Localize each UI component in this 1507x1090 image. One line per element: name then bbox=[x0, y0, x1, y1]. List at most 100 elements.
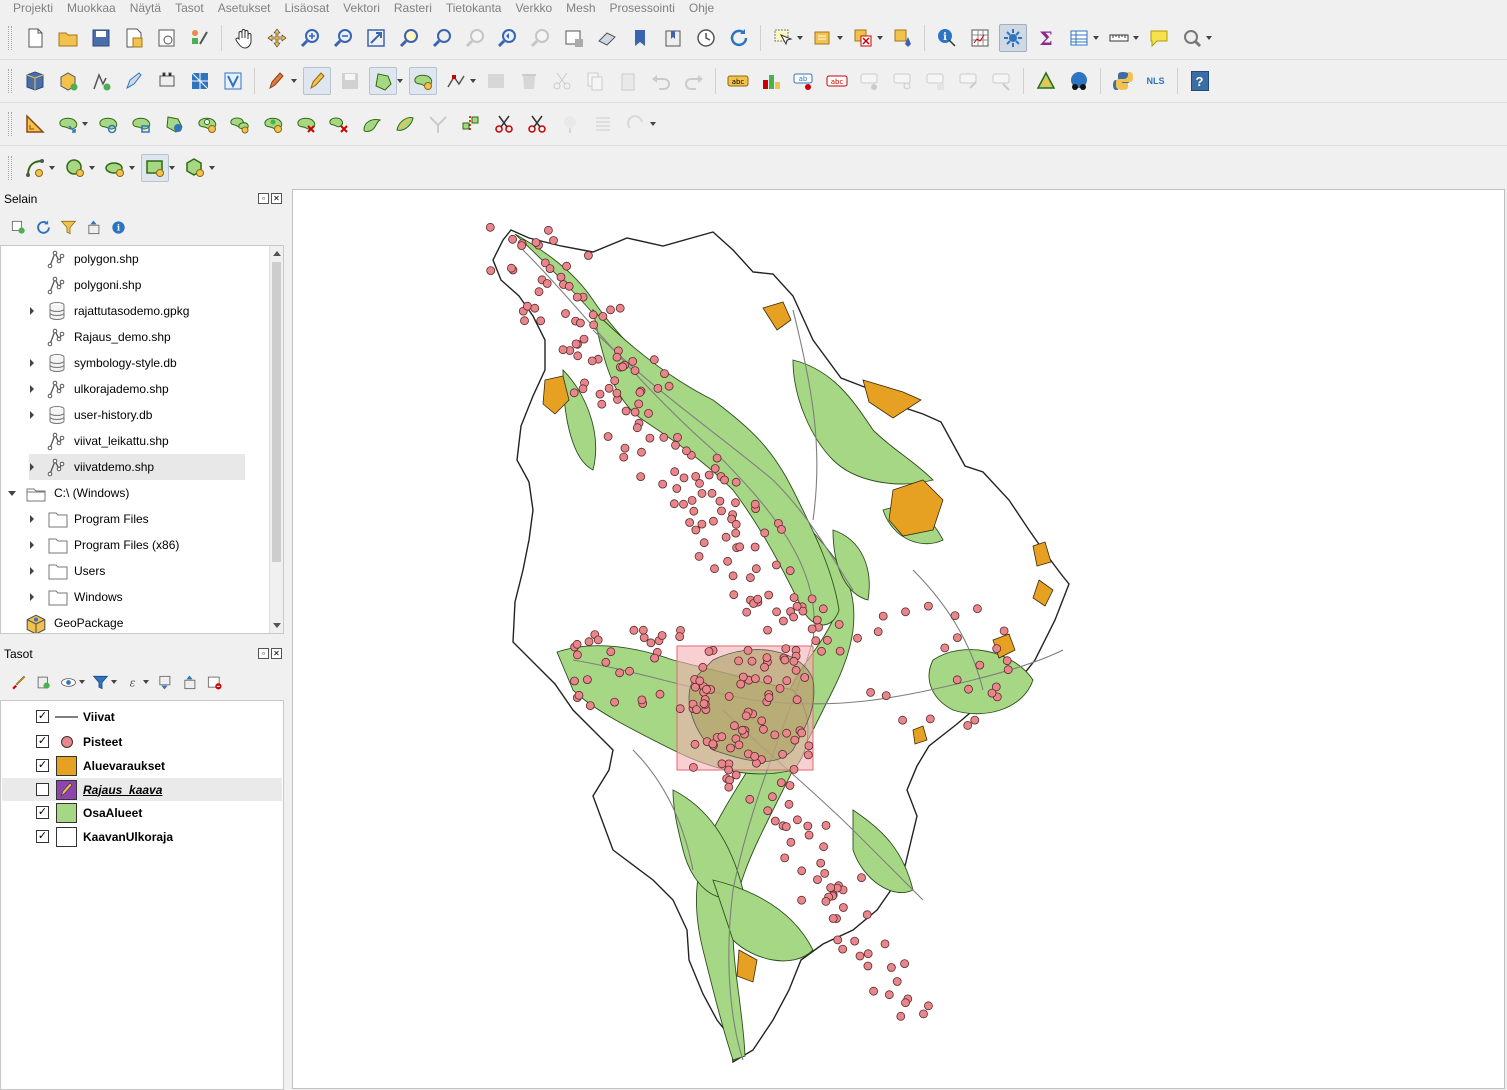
expand-arrow-icon[interactable] bbox=[27, 592, 37, 602]
rotate-feature-icon[interactable] bbox=[94, 110, 122, 138]
attribute-table-icon[interactable] bbox=[966, 24, 994, 52]
split-features-icon[interactable] bbox=[424, 110, 452, 138]
menu-item[interactable]: Prosessointi bbox=[603, 1, 682, 15]
rotate-symbols-icon[interactable] bbox=[556, 110, 584, 138]
highlight-labels-icon[interactable]: abc bbox=[823, 67, 851, 95]
save-project-icon[interactable] bbox=[87, 24, 115, 52]
new-geopackage-icon[interactable] bbox=[54, 67, 82, 95]
move-feature-dropdown[interactable] bbox=[81, 110, 88, 138]
remove-layer-icon[interactable] bbox=[204, 671, 226, 693]
ellipse-dropdown[interactable] bbox=[128, 154, 135, 182]
virtual-layer-icon[interactable] bbox=[219, 67, 247, 95]
toolbar-grip[interactable] bbox=[8, 155, 12, 180]
select-by-value-icon[interactable] bbox=[809, 24, 837, 52]
layer-visibility-checkbox[interactable]: ✓ bbox=[36, 759, 49, 772]
offset-symbols-icon[interactable] bbox=[589, 110, 617, 138]
nls-plugin-icon[interactable]: NLS bbox=[1142, 67, 1170, 95]
identify-features-icon[interactable]: i bbox=[933, 24, 961, 52]
geometry-checker-icon[interactable] bbox=[1032, 67, 1060, 95]
simplify-feature-icon[interactable] bbox=[160, 110, 188, 138]
zoom-in-icon[interactable] bbox=[296, 24, 324, 52]
menu-item[interactable]: Tietokanta bbox=[439, 1, 509, 15]
browser-item[interactable]: ulkorajademo.shp bbox=[1, 376, 269, 402]
collapse-arrow-icon[interactable] bbox=[7, 488, 17, 498]
move-feature-icon[interactable] bbox=[54, 110, 82, 138]
reshape-feature-icon[interactable] bbox=[408, 67, 437, 95]
zoom-full-icon[interactable] bbox=[362, 24, 390, 52]
expand-arrow-icon[interactable] bbox=[27, 540, 37, 550]
add-regular-polygon-icon[interactable] bbox=[181, 154, 209, 182]
circular-dropdown[interactable] bbox=[48, 154, 55, 182]
refresh-browser-icon[interactable] bbox=[33, 216, 55, 238]
menu-item[interactable]: Verkko bbox=[508, 1, 559, 15]
float-panel-icon[interactable]: ▫ bbox=[258, 648, 269, 659]
layers-tree[interactable]: ✓ Viivat ✓ Pisteet ✓ Aluevaraukset Rajaus_kaav… bbox=[0, 700, 284, 1090]
add-selected-layers-icon[interactable] bbox=[8, 216, 30, 238]
expand-arrow-icon[interactable] bbox=[27, 566, 37, 576]
statistical-summary-icon[interactable]: Σ bbox=[1032, 24, 1060, 52]
browser-item[interactable]: Rajaus_demo.shp bbox=[1, 324, 269, 350]
add-rectangle-icon[interactable] bbox=[140, 153, 169, 182]
table-dropdown[interactable] bbox=[1092, 24, 1099, 52]
merge-attributes-icon[interactable] bbox=[523, 110, 551, 138]
map-tips-icon[interactable] bbox=[1145, 24, 1173, 52]
new-bookmark-icon[interactable] bbox=[626, 24, 654, 52]
delete-ring-icon[interactable] bbox=[292, 110, 320, 138]
menu-item[interactable]: Vektori bbox=[336, 1, 387, 15]
layer-visibility-checkbox[interactable]: ✓ bbox=[36, 830, 49, 843]
float-panel-icon[interactable]: ▫ bbox=[258, 193, 269, 204]
style-manager-icon[interactable] bbox=[186, 24, 214, 52]
delete-selected-icon[interactable] bbox=[515, 67, 543, 95]
undo-icon[interactable] bbox=[647, 67, 675, 95]
select-features-icon[interactable] bbox=[769, 24, 797, 52]
zoom-to-selection-icon[interactable] bbox=[395, 24, 423, 52]
menu-item[interactable]: Asetukset bbox=[211, 1, 278, 15]
browser-item[interactable]: polygoni.shp bbox=[1, 272, 269, 298]
filter-browser-icon[interactable] bbox=[58, 216, 80, 238]
add-part-icon[interactable] bbox=[226, 110, 254, 138]
delete-part-icon[interactable] bbox=[325, 110, 353, 138]
plugin-manager-icon[interactable] bbox=[1065, 67, 1093, 95]
offset-curve-icon[interactable] bbox=[391, 110, 419, 138]
browser-tree[interactable]: polygon.shp polygoni.shp rajattutasodemo.g… bbox=[0, 245, 284, 634]
add-polygon-icon[interactable] bbox=[368, 67, 397, 95]
help-icon[interactable]: ? bbox=[1186, 67, 1214, 95]
refresh-icon[interactable] bbox=[725, 24, 753, 52]
filter-dropdown[interactable] bbox=[110, 668, 117, 696]
show-bookmarks-icon[interactable] bbox=[659, 24, 687, 52]
zoom-last-icon[interactable] bbox=[494, 24, 522, 52]
browser-item[interactable]: GeoPackage bbox=[1, 610, 269, 633]
open-project-icon[interactable] bbox=[54, 24, 82, 52]
expand-arrow-icon[interactable] bbox=[27, 462, 37, 472]
diagram-toolbar-icon[interactable] bbox=[757, 67, 785, 95]
expand-arrow-icon[interactable] bbox=[27, 410, 37, 420]
select-by-location-icon[interactable] bbox=[889, 24, 917, 52]
select-value-dropdown[interactable] bbox=[836, 24, 843, 52]
menu-item[interactable]: Rasteri bbox=[387, 1, 439, 15]
add-ring-icon[interactable] bbox=[193, 110, 221, 138]
copy-features-icon[interactable] bbox=[581, 67, 609, 95]
add-circular-string-icon[interactable] bbox=[21, 154, 49, 182]
manage-map-themes-icon[interactable] bbox=[58, 671, 80, 693]
map-view[interactable] bbox=[293, 190, 1505, 1089]
browser-item[interactable]: Program Files bbox=[1, 506, 269, 532]
zoom-native-icon[interactable] bbox=[461, 24, 489, 52]
label-properties-icon[interactable] bbox=[988, 67, 1016, 95]
locator-dropdown[interactable] bbox=[1205, 24, 1212, 52]
browser-item[interactable]: user-history.db bbox=[1, 402, 269, 428]
layer-item[interactable]: ✓ Aluevaraukset bbox=[2, 754, 282, 777]
close-panel-icon[interactable]: ✕ bbox=[271, 193, 282, 204]
layer-item[interactable]: ✓ Pisteet bbox=[2, 730, 282, 753]
rotate-label-icon[interactable] bbox=[922, 67, 950, 95]
add-group-icon[interactable] bbox=[33, 671, 55, 693]
show-hide-labels-icon[interactable] bbox=[856, 67, 884, 95]
fill-ring-icon[interactable] bbox=[259, 110, 287, 138]
processing-toolbox-icon[interactable] bbox=[998, 23, 1027, 52]
new-map-view-icon[interactable] bbox=[560, 24, 588, 52]
pan-hand-icon[interactable] bbox=[230, 24, 258, 52]
menu-item[interactable]: Muokkaa bbox=[60, 1, 123, 15]
trim-dropdown[interactable] bbox=[649, 110, 656, 138]
menu-item[interactable]: Näytä bbox=[123, 1, 168, 15]
add-circle-icon[interactable] bbox=[61, 154, 89, 182]
layer-visibility-checkbox[interactable]: ✓ bbox=[36, 735, 49, 748]
